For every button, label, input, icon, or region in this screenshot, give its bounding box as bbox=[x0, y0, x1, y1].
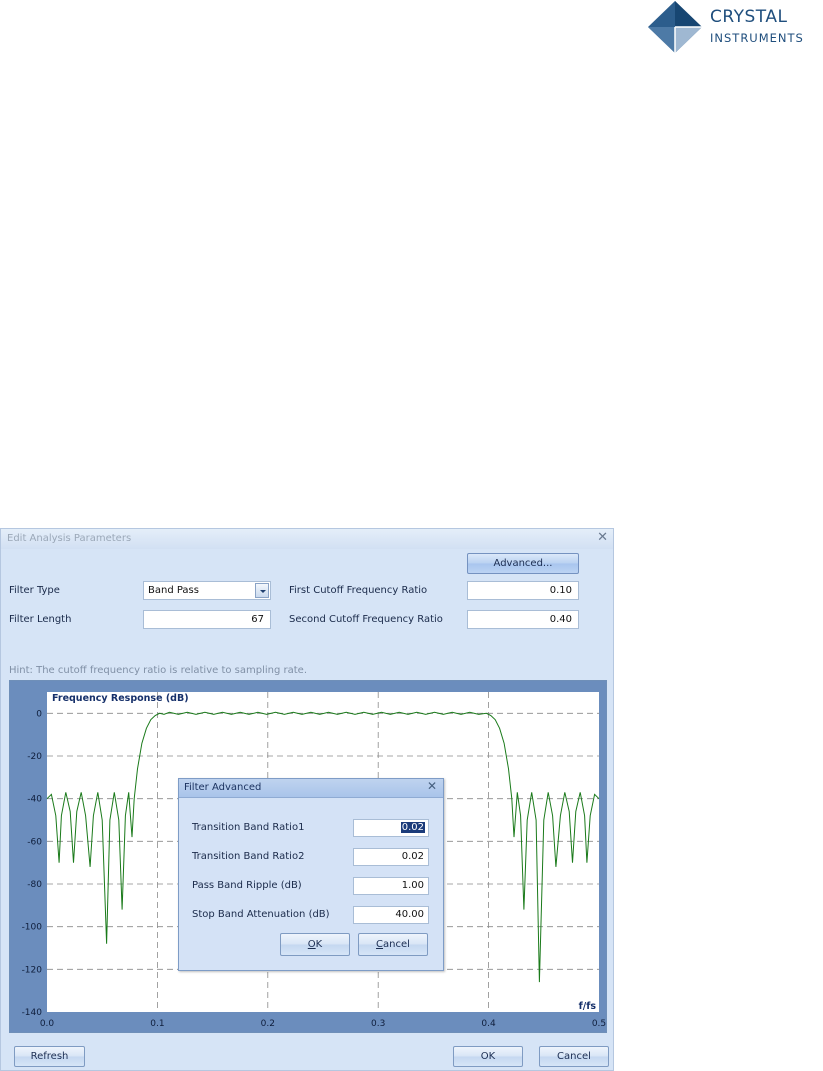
transition-band-ratio1-label: Transition Band Ratio1 bbox=[192, 822, 305, 833]
first-cutoff-label: First Cutoff Frequency Ratio bbox=[289, 585, 428, 596]
y-tick-label: -60 bbox=[27, 837, 42, 847]
chart-title: Frequency Response (dB) bbox=[52, 693, 189, 704]
ok-mnemonic: O bbox=[307, 939, 316, 950]
y-tick-label: 0 bbox=[36, 709, 42, 719]
x-tick-label: 0.0 bbox=[40, 1019, 55, 1029]
y-tick-label: -20 bbox=[27, 752, 42, 762]
refresh-button[interactable]: Refresh bbox=[14, 1046, 85, 1067]
dialog-title: Edit Analysis Parameters bbox=[7, 533, 132, 544]
x-tick-labels: 0.0 0.1 0.2 0.3 0.4 0.5 bbox=[40, 1019, 606, 1029]
chevron-down-icon[interactable] bbox=[255, 583, 269, 598]
filter-advanced-dialog: Filter Advanced ✕ Transition Band Ratio1… bbox=[178, 778, 444, 971]
stop-band-attenuation-input[interactable]: 40.00 bbox=[353, 906, 429, 924]
y-tick-label: -140 bbox=[22, 1008, 43, 1018]
stop-band-attenuation-label: Stop Band Attenuation (dB) bbox=[192, 909, 330, 920]
filter-type-value: Band Pass bbox=[148, 585, 199, 596]
filter-length-input[interactable]: 67 bbox=[143, 610, 271, 629]
second-cutoff-input[interactable]: 0.40 bbox=[467, 610, 579, 629]
x-tick-label: 0.1 bbox=[150, 1019, 164, 1029]
logo-diamond-icon bbox=[648, 1, 702, 53]
x-tick-label: 0.2 bbox=[261, 1019, 275, 1029]
pass-band-ripple-input[interactable]: 1.00 bbox=[353, 877, 429, 895]
cancel-mnemonic: C bbox=[376, 939, 384, 950]
logo-text-crystal: CRYSTAL bbox=[710, 7, 788, 27]
cancel-button[interactable]: Cancel bbox=[539, 1046, 609, 1067]
filter-advanced-title-bar[interactable]: Filter Advanced ✕ bbox=[179, 779, 443, 798]
advanced-cancel-button[interactable]: Cancel bbox=[358, 933, 428, 956]
cancel-rest: ancel bbox=[383, 939, 410, 950]
transition-band-ratio1-value: 0.02 bbox=[400, 822, 425, 833]
crystal-instruments-logo: CRYSTAL INSTRUMENTS bbox=[647, 0, 823, 55]
filter-length-label: Filter Length bbox=[9, 614, 72, 625]
y-tick-label: -100 bbox=[22, 923, 43, 933]
advanced-button[interactable]: Advanced... bbox=[467, 553, 579, 574]
y-tick-label: -120 bbox=[22, 965, 43, 975]
y-tick-label: -80 bbox=[27, 880, 42, 890]
logo-text-instruments: INSTRUMENTS bbox=[710, 31, 804, 45]
transition-band-ratio2-input[interactable]: 0.02 bbox=[353, 848, 429, 866]
hint-text: Hint: The cutoff frequency ratio is rela… bbox=[9, 665, 308, 676]
filter-type-select[interactable]: Band Pass bbox=[143, 581, 271, 600]
pass-band-ripple-label: Pass Band Ripple (dB) bbox=[192, 880, 302, 891]
filter-type-label: Filter Type bbox=[9, 585, 60, 596]
x-tick-label: 0.5 bbox=[592, 1019, 606, 1029]
second-cutoff-label: Second Cutoff Frequency Ratio bbox=[289, 614, 443, 625]
ok-rest: K bbox=[315, 939, 323, 950]
close-icon[interactable]: ✕ bbox=[427, 779, 437, 793]
close-icon[interactable]: ✕ bbox=[597, 530, 608, 545]
x-tick-label: 0.3 bbox=[371, 1019, 385, 1029]
first-cutoff-input[interactable]: 0.10 bbox=[467, 581, 579, 600]
x-axis-label: f/fs bbox=[579, 1001, 597, 1012]
y-tick-label: -40 bbox=[27, 795, 42, 805]
x-tick-label: 0.4 bbox=[481, 1019, 496, 1029]
transition-band-ratio2-label: Transition Band Ratio2 bbox=[192, 851, 305, 862]
advanced-ok-button[interactable]: OK bbox=[280, 933, 350, 956]
y-tick-labels: 0 -20 -40 -60 -80 -100 -120 -140 bbox=[22, 709, 43, 1018]
transition-band-ratio1-input[interactable]: 0.02 bbox=[353, 819, 429, 837]
ok-button[interactable]: OK bbox=[453, 1046, 523, 1067]
filter-advanced-title: Filter Advanced bbox=[184, 782, 262, 793]
dialog-title-bar[interactable]: Edit Analysis Parameters ✕ bbox=[1, 529, 613, 549]
